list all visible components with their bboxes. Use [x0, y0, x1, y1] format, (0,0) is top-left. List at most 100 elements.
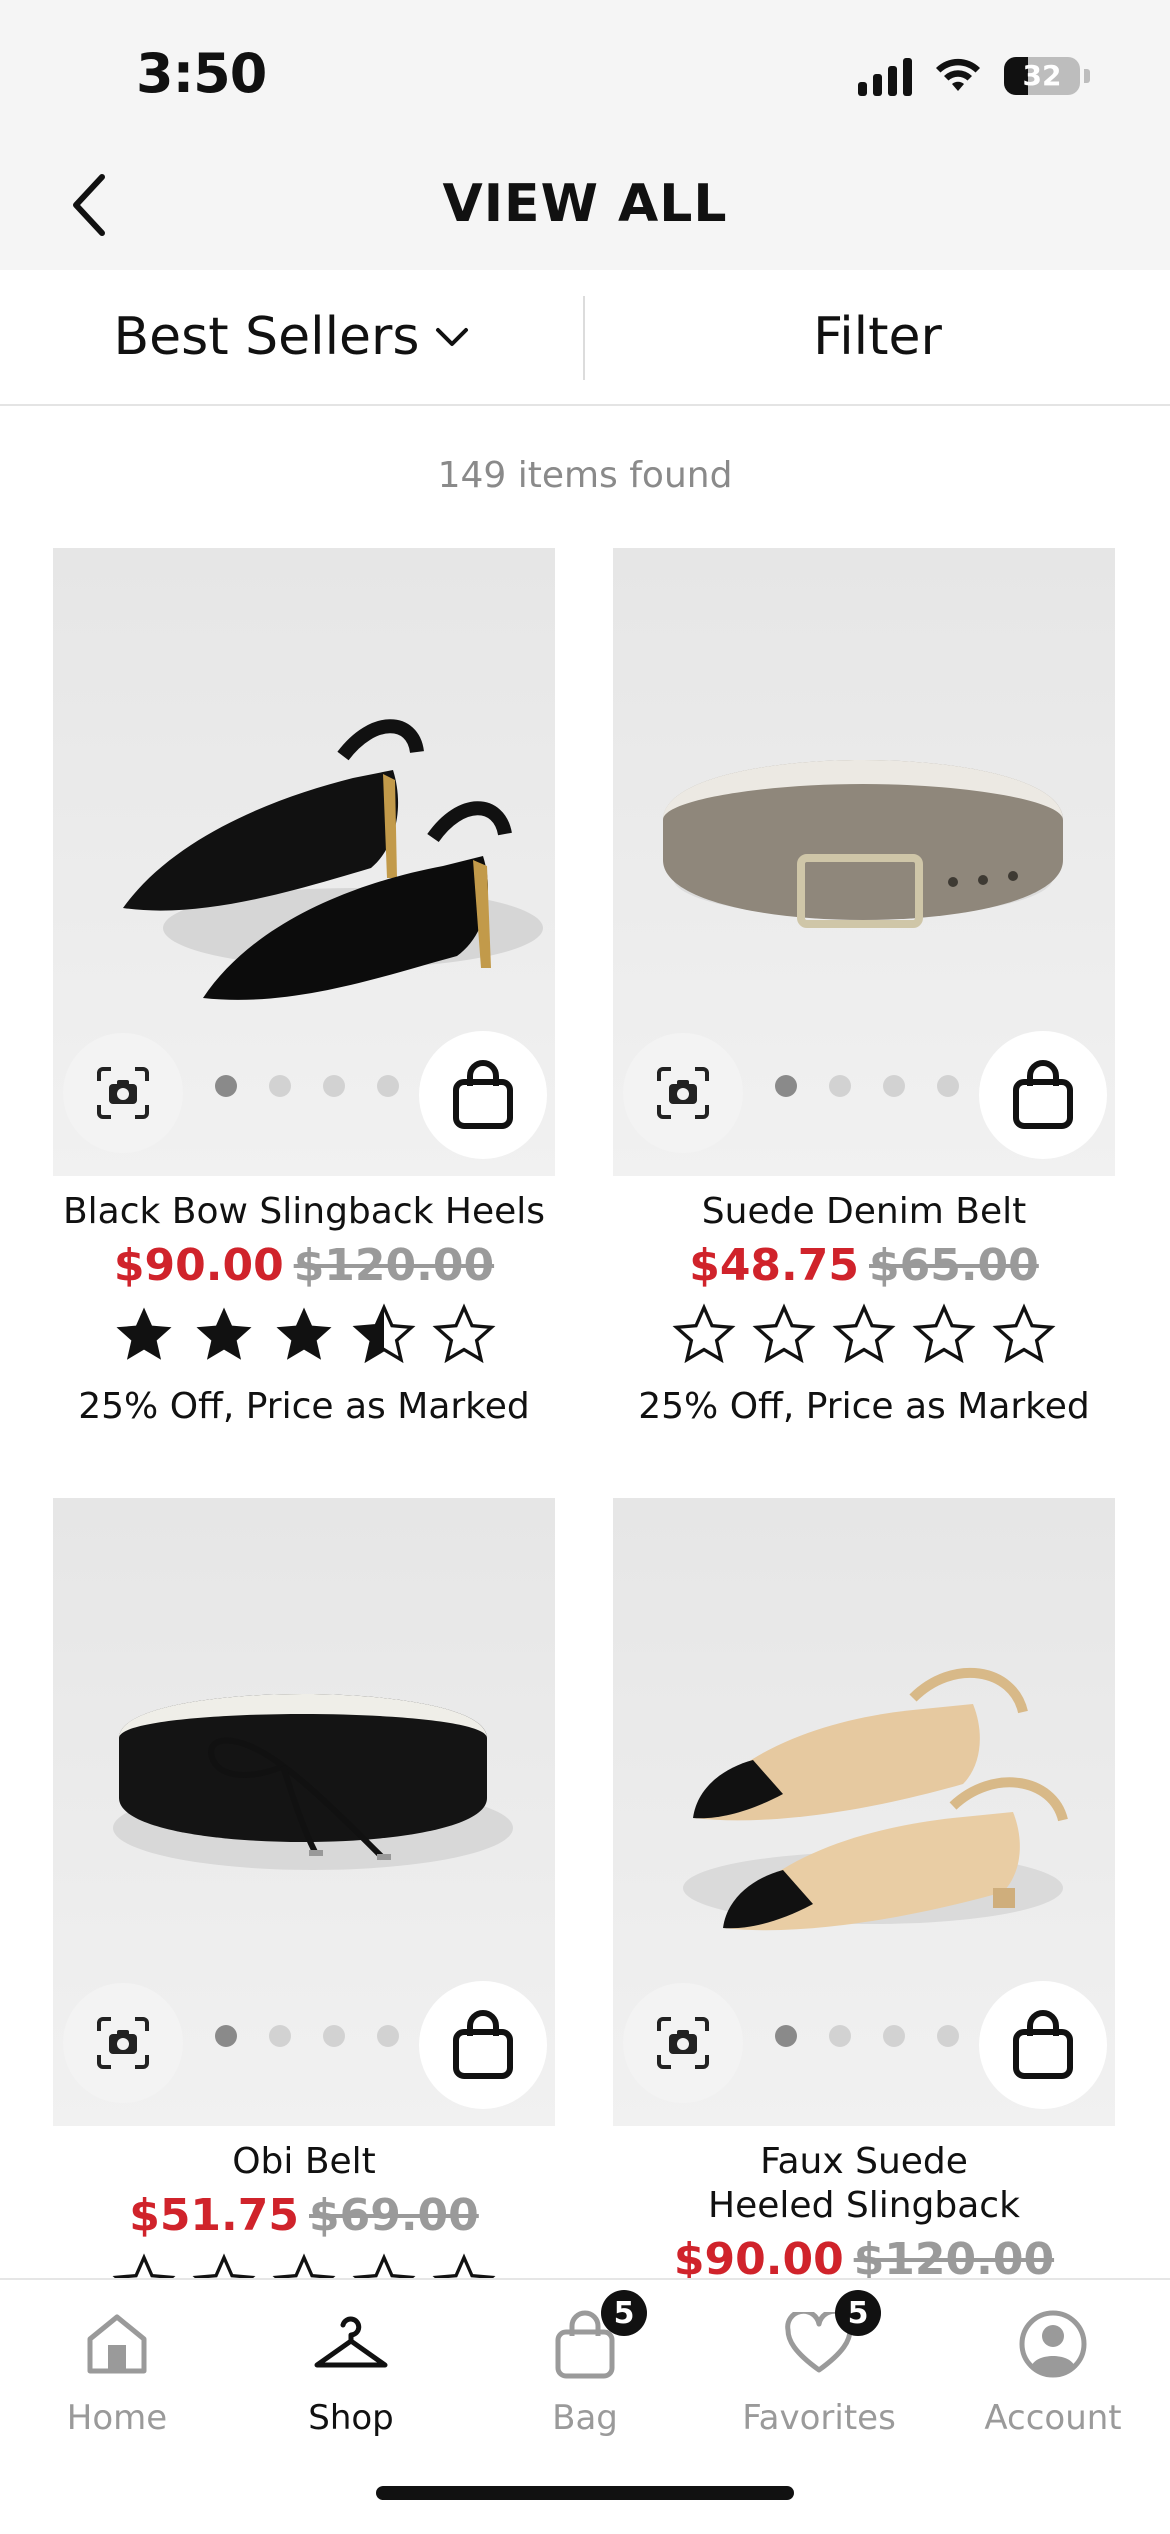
- account-icon: [1013, 2304, 1093, 2384]
- visual-search-button[interactable]: [623, 1983, 743, 2103]
- star-rating: [613, 1302, 1115, 1368]
- star-filled-icon: [116, 1307, 172, 1360]
- navigation-header: VIEW ALL: [0, 140, 1170, 270]
- favorites-count-badge: 5: [835, 2290, 881, 2336]
- pagination-dot[interactable]: [883, 1075, 905, 1097]
- pagination-dot[interactable]: [775, 1075, 797, 1097]
- tab-shop[interactable]: Shop: [234, 2296, 468, 2456]
- cellular-signal-icon: [858, 56, 912, 96]
- original-price: $65.00: [869, 1240, 1039, 1291]
- status-time: 3:50: [136, 42, 267, 105]
- pagination-dot[interactable]: [323, 1075, 345, 1097]
- pagination-dot[interactable]: [377, 2025, 399, 2047]
- tab-label: Home: [66, 2398, 168, 2438]
- product-card[interactable]: Suede Denim Belt $48.75 $65.00 25% Off, P…: [613, 548, 1115, 1427]
- visual-search-button[interactable]: [623, 1033, 743, 1153]
- camera-scan-icon: [657, 1067, 709, 1119]
- star-half-icon: [352, 1303, 416, 1364]
- product-name[interactable]: Obi Belt: [53, 2140, 555, 2184]
- tab-home[interactable]: Home: [0, 2296, 234, 2456]
- product-name[interactable]: Black Bow Slingback Heels: [53, 1190, 555, 1234]
- filter-button[interactable]: Filter: [585, 270, 1170, 404]
- star-rating: [53, 1302, 555, 1368]
- product-image[interactable]: [613, 548, 1115, 1176]
- pagination-dot[interactable]: [829, 1075, 851, 1097]
- battery-icon: 32: [1004, 57, 1080, 95]
- tab-label: Shop: [308, 2398, 394, 2438]
- image-pagination-dots: [775, 2025, 959, 2047]
- product-card[interactable]: Obi Belt $51.75 $69.00: [53, 1498, 555, 2318]
- image-pagination-dots: [215, 1075, 399, 1097]
- pagination-dot[interactable]: [215, 1075, 237, 1097]
- home-indicator[interactable]: [376, 2486, 794, 2500]
- shopping-bag-icon: [1013, 1060, 1073, 1129]
- add-to-bag-button[interactable]: [979, 1981, 1107, 2109]
- tab-label: Favorites: [742, 2398, 896, 2438]
- add-to-bag-button[interactable]: [419, 1981, 547, 2109]
- sort-dropdown[interactable]: Best Sellers: [0, 270, 583, 404]
- status-icons: 32: [858, 56, 1090, 96]
- camera-scan-icon: [97, 1067, 149, 1119]
- tab-account[interactable]: Account: [936, 2296, 1170, 2456]
- pagination-dot[interactable]: [883, 2025, 905, 2047]
- camera-scan-icon: [657, 2017, 709, 2069]
- pagination-dot[interactable]: [829, 2025, 851, 2047]
- star-filled-icon: [276, 1307, 332, 1360]
- product-card[interactable]: Black Bow Slingback Heels $90.00 $120.00 …: [53, 548, 555, 1427]
- product-image[interactable]: [53, 1498, 555, 2126]
- price-row: $90.00 $120.00: [53, 1240, 555, 1292]
- visual-search-button[interactable]: [63, 1033, 183, 1153]
- shopping-bag-icon: [1013, 2010, 1073, 2079]
- tab-label: Bag: [552, 2398, 618, 2438]
- product-image[interactable]: [613, 1498, 1115, 2126]
- hanger-icon: [311, 2304, 391, 2384]
- image-pagination-dots: [215, 2025, 399, 2047]
- heart-icon: 5: [779, 2290, 881, 2384]
- home-icon: [77, 2304, 157, 2384]
- pagination-dot[interactable]: [937, 2025, 959, 2047]
- image-pagination-dots: [775, 1075, 959, 1097]
- product-name[interactable]: Faux Suede Heeled Slingback: [613, 2140, 1115, 2228]
- pagination-dot[interactable]: [377, 1075, 399, 1097]
- promo-text: 25% Off, Price as Marked: [638, 1386, 1090, 1427]
- tab-label: Account: [984, 2398, 1122, 2438]
- pagination-dot[interactable]: [775, 2025, 797, 2047]
- page-title: VIEW ALL: [442, 174, 728, 234]
- pagination-dot[interactable]: [215, 2025, 237, 2047]
- shopping-bag-icon: [453, 1060, 513, 1129]
- product-name-line1: Faux Suede: [760, 2141, 968, 2182]
- promo-text: 25% Off, Price as Marked: [78, 1386, 530, 1427]
- shopping-bag-icon: 5: [545, 2290, 647, 2384]
- tab-favorites[interactable]: 5 Favorites: [702, 2290, 936, 2456]
- sale-price: $48.75: [689, 1240, 859, 1291]
- battery-tip: [1084, 69, 1090, 83]
- tab-bag[interactable]: 5 Bag: [468, 2290, 702, 2456]
- star-empty-icon: [432, 1303, 496, 1364]
- chevron-down-icon: [435, 328, 468, 346]
- pagination-dot[interactable]: [937, 1075, 959, 1097]
- product-name[interactable]: Suede Denim Belt: [613, 1190, 1115, 1234]
- pagination-dot[interactable]: [323, 2025, 345, 2047]
- sort-label: Best Sellers: [113, 307, 420, 367]
- add-to-bag-button[interactable]: [419, 1031, 547, 1159]
- add-to-bag-button[interactable]: [979, 1031, 1107, 1159]
- price-row: $51.75 $69.00: [53, 2190, 555, 2242]
- visual-search-button[interactable]: [63, 1983, 183, 2103]
- star-empty-icon: [912, 1303, 976, 1364]
- status-bar: 3:50 32: [0, 0, 1170, 140]
- camera-scan-icon: [97, 2017, 149, 2069]
- pagination-dot[interactable]: [269, 2025, 291, 2047]
- battery-level: 32: [1022, 59, 1062, 92]
- product-image[interactable]: [53, 548, 555, 1176]
- pagination-dot[interactable]: [269, 1075, 291, 1097]
- star-empty-icon: [752, 1303, 816, 1364]
- sort-filter-bar: Best Sellers Filter: [0, 270, 1170, 406]
- star-empty-icon: [832, 1303, 896, 1364]
- wifi-icon: [936, 58, 980, 91]
- shopping-bag-icon: [453, 2010, 513, 2079]
- star-filled-icon: [196, 1307, 252, 1360]
- product-card[interactable]: Faux Suede Heeled Slingback $90.00 $120.0…: [613, 1498, 1115, 2286]
- star-empty-icon: [672, 1303, 736, 1364]
- original-price: $120.00: [293, 1240, 495, 1291]
- product-name-line2: Heeled Slingback: [708, 2185, 1020, 2226]
